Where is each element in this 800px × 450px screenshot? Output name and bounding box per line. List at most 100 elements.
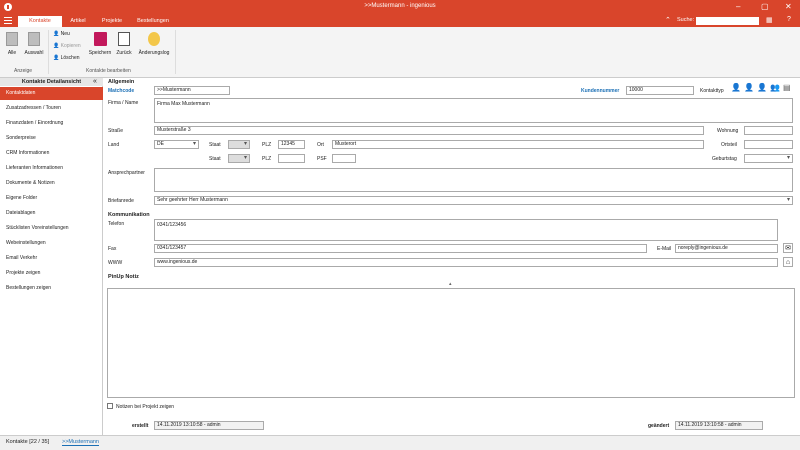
- user-add-icon: 👤: [53, 31, 60, 37]
- pinup-notiz-field[interactable]: [107, 288, 795, 398]
- ansprechpartner-field[interactable]: [154, 168, 793, 192]
- notizen-label: Notizen bei Projekt zeigen: [116, 404, 175, 410]
- sidebar-item-projekte-zeigen[interactable]: Projekte zeigen: [0, 267, 103, 280]
- plz2-label: PLZ: [262, 156, 272, 162]
- ribbon: Alle Auswahl 👤 Neu 👤 Kopieren 👤 Löschen …: [0, 27, 800, 78]
- telefon-field[interactable]: 0341/123456: [154, 219, 778, 241]
- ort-field[interactable]: Musterort: [332, 140, 704, 149]
- person-type-icon[interactable]: 👤: [757, 83, 767, 92]
- ansprechpartner-label: Ansprechpartner: [108, 170, 145, 176]
- copy-icon: 👤: [53, 43, 60, 49]
- main-form: Allgemein Matchcode >>Mustermann Kundenn…: [104, 78, 800, 435]
- erstellt-label: erstellt: [132, 423, 149, 429]
- plz2-field[interactable]: [278, 154, 305, 163]
- staat-select[interactable]: [228, 140, 250, 149]
- close-button[interactable]: ✕: [785, 1, 792, 12]
- tab-artikel[interactable]: Artikel: [62, 16, 94, 27]
- geaendert-field: 14.11.2019 13:10:58 - admin: [675, 421, 763, 430]
- calendar-type-icon[interactable]: ▤: [783, 83, 791, 92]
- browser-open-icon[interactable]: ⌂: [783, 257, 793, 267]
- sidebar-item-sonderpreise[interactable]: Sonderpreise: [0, 132, 103, 145]
- notizen-checkbox[interactable]: [107, 403, 113, 409]
- menu-icon[interactable]: [4, 17, 12, 24]
- sidebar-header: Kontakte Detailansicht: [0, 78, 103, 86]
- sidebar-item-dateiablagen[interactable]: Dateiablagen: [0, 207, 103, 220]
- sidebar-item-dokumente[interactable]: Dokumente & Notizen: [0, 177, 103, 190]
- maximize-button[interactable]: ▢: [761, 1, 769, 12]
- briefanrede-label: Briefanrede: [108, 198, 134, 204]
- speichern-button[interactable]: Speichern: [88, 32, 112, 56]
- aenderungslog-label: Änderungslog: [138, 50, 170, 56]
- calendar-icon[interactable]: ▦: [766, 16, 773, 24]
- plz-field[interactable]: 12345: [278, 140, 305, 149]
- sidebar-item-kontaktdaten[interactable]: Kontaktdaten: [0, 87, 103, 100]
- group-type-icon[interactable]: 👥: [770, 83, 780, 92]
- strasse-field[interactable]: Musterstraße 3: [154, 126, 704, 135]
- sidebar-item-webeinstellungen[interactable]: Webeinstellungen: [0, 237, 103, 250]
- plz-label: PLZ: [262, 142, 272, 148]
- neu-label: Neu: [60, 31, 70, 37]
- sidebar-item-lieferanten[interactable]: Lieferanten Informationen: [0, 162, 103, 175]
- geburtstag-field[interactable]: [744, 154, 793, 163]
- tab-kontakte[interactable]: Kontakte: [18, 16, 62, 27]
- email-send-icon[interactable]: ✉: [783, 243, 793, 253]
- aenderungslog-button[interactable]: Änderungslog: [136, 32, 172, 56]
- doc-tab-kontakte[interactable]: Kontakte [22 / 35]: [6, 439, 49, 445]
- land-select[interactable]: DE: [154, 140, 199, 149]
- geburtstag-label: Geburtstag: [712, 156, 737, 162]
- alle-button[interactable]: Alle: [4, 32, 20, 56]
- loeschen-button[interactable]: 👤 Löschen: [53, 55, 80, 61]
- person-type-icon[interactable]: 👤: [744, 83, 754, 92]
- document-tabs: Kontakte [22 / 35] >>Mustermann: [0, 435, 800, 450]
- matchcode-field[interactable]: >>Mustermann: [154, 86, 230, 95]
- wohnung-field[interactable]: [744, 126, 793, 135]
- splitter-icon[interactable]: ▴: [449, 281, 452, 287]
- window-title: >>Mustermann - ingenious: [364, 3, 436, 9]
- group-bearbeiten-label: Kontakte bearbeiten: [86, 68, 131, 74]
- staat2-select[interactable]: [228, 154, 250, 163]
- ort-label: Ort: [317, 142, 324, 148]
- ribbon-separator: [175, 30, 176, 74]
- sidebar-header-label: Kontakte Detailansicht: [21, 79, 82, 85]
- matchcode-label: Matchcode: [108, 88, 135, 94]
- ortsteil-field[interactable]: [744, 140, 793, 149]
- title-bar: >>Mustermann - ingenious – ▢ ✕: [0, 0, 800, 14]
- collapse-icon[interactable]: «: [93, 78, 97, 86]
- tab-bestellungen[interactable]: Bestellungen: [130, 16, 176, 27]
- strasse-label: Straße: [108, 128, 124, 134]
- sidebar-item-zusatzadressen[interactable]: Zusatzadressen / Touren: [0, 102, 103, 115]
- help-icon[interactable]: ?: [787, 16, 791, 23]
- sidebar-item-stuecklisten[interactable]: Stücklisten Voreinstellungen: [0, 222, 103, 235]
- sidebar-item-bestellungen-zeigen[interactable]: Bestellungen zeigen: [0, 282, 103, 295]
- sidebar-item-email-verkehr[interactable]: Email Verkehr: [0, 252, 103, 265]
- briefanrede-select[interactable]: Sehr geehrter Herr Mustermann: [154, 196, 793, 205]
- fax-label: Fax: [108, 246, 117, 252]
- psf-field[interactable]: [332, 154, 356, 163]
- person-type-icon[interactable]: 👤: [731, 83, 741, 92]
- loeschen-label: Löschen: [60, 55, 80, 61]
- minimize-button[interactable]: –: [736, 1, 740, 12]
- section-kommunikation: Kommunikation: [108, 212, 150, 218]
- firma-field[interactable]: Firma Max Mustermann: [154, 98, 793, 123]
- telefon-label: Telefon: [108, 221, 125, 227]
- fax-field[interactable]: 0341/123457: [154, 244, 647, 253]
- tab-projekte[interactable]: Projekte: [94, 16, 130, 27]
- www-field[interactable]: www.ingenious.de: [154, 258, 778, 267]
- save-icon: [93, 32, 107, 46]
- zurueck-button[interactable]: Zurück: [114, 32, 134, 56]
- group-anzeige-label: Anzeige: [14, 68, 33, 74]
- ortsteil-label: Ortsteil: [721, 142, 737, 148]
- auswahl-button[interactable]: Auswahl: [22, 32, 46, 56]
- sidebar-item-crm[interactable]: CRM Informationen: [0, 147, 103, 160]
- sidebar-item-eigene-folder[interactable]: Eigene Folder: [0, 192, 103, 205]
- geaendert-label: geändert: [648, 423, 670, 429]
- kopieren-button[interactable]: 👤 Kopieren: [53, 43, 81, 49]
- kundennummer-field[interactable]: 10000: [626, 86, 694, 95]
- search-input[interactable]: [696, 17, 759, 25]
- doc-tab-mustermann[interactable]: >>Mustermann: [62, 439, 99, 446]
- neu-button[interactable]: 👤 Neu: [53, 31, 70, 37]
- chevron-up-icon[interactable]: ⌃: [665, 16, 671, 24]
- email-field[interactable]: noreply@ingenious.de: [675, 244, 778, 253]
- pinup-label: PinUp Notiz: [108, 274, 139, 280]
- sidebar-item-finanzdaten[interactable]: Finanzdaten / Einordnung: [0, 117, 103, 130]
